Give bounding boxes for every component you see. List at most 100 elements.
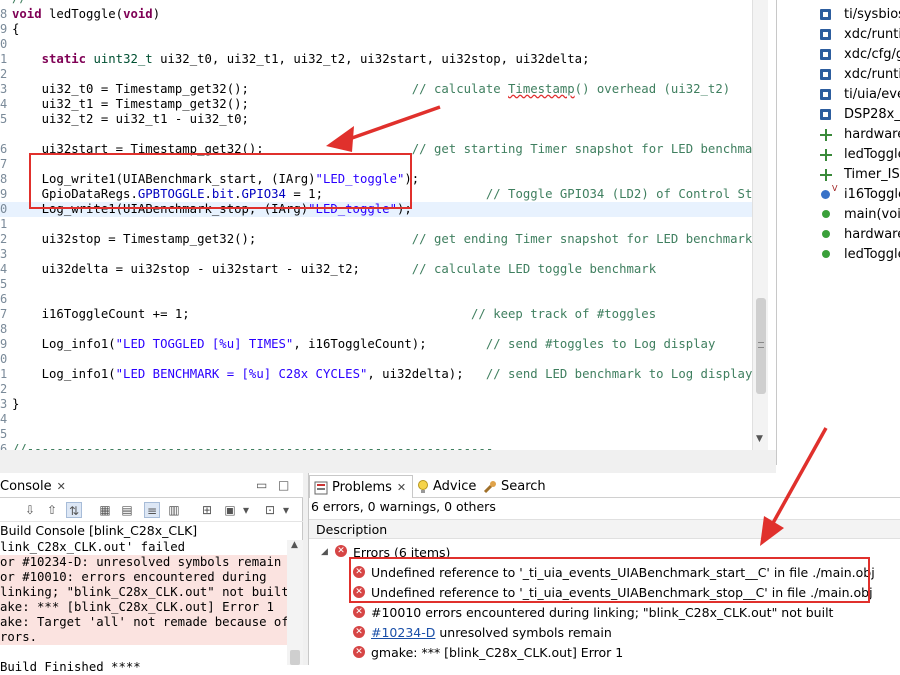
code-line: } — [12, 397, 19, 412]
code-token: // calculate — [411, 82, 509, 96]
problems-icon — [314, 481, 328, 494]
line-number: 4 — [0, 262, 8, 276]
outline-item[interactable]: main(void) — [777, 204, 900, 224]
code-line: ui32stop = Timestamp_get32(); // get end… — [12, 232, 753, 247]
search-icon — [483, 480, 496, 493]
expand-arrow-icon[interactable]: ◢ — [321, 547, 328, 557]
problem-text: gmake: *** [blink_C28x_CLK.out] Error 1 — [371, 645, 624, 660]
tab-problems[interactable]: Problems ✕ — [309, 475, 413, 498]
tab-search[interactable]: Search — [483, 475, 546, 498]
outline-item[interactable]: ti/uia/even — [777, 84, 900, 104]
console-vertical-scrollbar[interactable]: ▲ — [287, 540, 303, 665]
outline-item[interactable]: ledToggle — [777, 144, 900, 164]
scroll-down-arrow-icon[interactable]: ▼ — [756, 434, 763, 444]
code-line: ui32_t1 = Timestamp_get32(); — [12, 97, 249, 112]
new-console-icon[interactable]: ⊞ — [199, 502, 215, 518]
tab-label: Problems — [332, 480, 392, 495]
scroll-up-arrow-icon[interactable]: ▲ — [291, 540, 298, 550]
close-icon[interactable]: ✕ — [397, 481, 406, 494]
code-token: // Toggle GPIO34 (LD2) of Control Stick — [485, 187, 768, 201]
dropdown-icon[interactable]: ▾ — [278, 502, 294, 518]
line-number: 6 — [0, 142, 8, 156]
code-token: Timestamp — [508, 82, 575, 96]
problem-row[interactable]: ✕ gmake: *** [blink_C28x_CLK.out] Error 1 — [353, 642, 893, 662]
scroll-up-icon[interactable]: ⇧ — [44, 502, 60, 518]
editor-vertical-scrollbar[interactable]: ▼ — [752, 0, 768, 450]
include-icon — [820, 109, 831, 120]
console-scroll-thumb[interactable] — [290, 650, 300, 665]
code-token: ui32_t0 = Timestamp_get32(); — [12, 82, 412, 96]
problem-text: #10010 errors encountered during linking… — [371, 605, 834, 620]
line-number: 4 — [0, 97, 8, 111]
problem-row[interactable]: ✕ #10010 errors encountered during linkin… — [353, 602, 893, 622]
error-icon: ✕ — [335, 545, 347, 557]
code-token: } — [12, 397, 20, 411]
problem-description: gmake: *** [blink_C28x_CLK.out] Error 1 — [371, 645, 623, 660]
code-token: "LED BENCHMARK = [%u] C28x CYCLES" — [115, 367, 368, 381]
close-icon[interactable]: ✕ — [57, 480, 66, 493]
problem-description: #10010 errors encountered during linking… — [371, 605, 833, 620]
code-editor[interactable]: //--------------------------------------… — [0, 0, 768, 450]
code-token: void — [123, 7, 153, 21]
outline-item[interactable]: DSP28x_Pr — [777, 104, 900, 124]
error-code-link[interactable]: #10234-D — [371, 625, 435, 640]
code-line: //--------------------------------------… — [12, 442, 493, 450]
copy-icon[interactable]: ▤ — [119, 502, 135, 518]
horizontal-splitter[interactable] — [0, 450, 776, 473]
scroll-lock-icon[interactable]: ⇅ — [66, 502, 82, 518]
outline-item[interactable]: Timer_ISR — [777, 164, 900, 184]
code-token: , i16ToggleCount); — [293, 337, 486, 351]
description-column-header[interactable]: Description — [309, 519, 900, 539]
outline-item[interactable]: hardware_ — [777, 124, 900, 144]
include-icon — [820, 9, 831, 20]
code-line: i16ToggleCount += 1; // keep track of #t… — [12, 307, 657, 322]
line-number: 0 — [0, 352, 8, 366]
code-token: ui32delta = ui32stop - ui32start - ui32_… — [12, 262, 412, 276]
function-icon — [822, 250, 830, 258]
outline-item[interactable]: xdc/runtim — [777, 64, 900, 84]
problem-row[interactable]: ✕ #10234-D unresolved symbols remain — [353, 622, 893, 642]
outline-item-label: xdc/runtim — [844, 27, 900, 42]
highlight-box-errors — [349, 557, 870, 603]
outline-item[interactable]: xdc/runtim — [777, 24, 900, 44]
outline-item[interactable]: hardware_ — [777, 224, 900, 244]
console-line: linking; "blink_C28x_CLK.out" not built — [0, 585, 287, 600]
lightbulb-icon — [418, 479, 428, 493]
outline-view: ti/sysbios/xdc/runtim xdc/cfg/gl xdc/runti… — [776, 0, 900, 465]
line-number: 3 — [0, 247, 8, 261]
line-number: 4 — [0, 412, 8, 426]
maximize-icon[interactable]: □ — [278, 478, 289, 492]
outline-item-label: DSP28x_Pr — [844, 107, 900, 122]
code-line: ui32_t0 = Timestamp_get32(); // calculat… — [12, 82, 731, 97]
outline-item[interactable]: xdc/cfg/gl — [777, 44, 900, 64]
editor-scroll-thumb[interactable] — [756, 298, 766, 394]
code-line: ui32delta = ui32stop - ui32start - ui32_… — [12, 262, 656, 277]
line-number: 9 — [0, 187, 8, 201]
display-console-icon[interactable]: ▣ — [222, 502, 238, 518]
line-number: 7 — [0, 307, 8, 321]
open-console-icon[interactable]: ⊡ — [262, 502, 278, 518]
clear-console-icon[interactable]: ▥ — [166, 502, 182, 518]
dropdown-icon[interactable]: ▾ — [238, 502, 254, 518]
line-number: 2 — [0, 382, 8, 396]
code-token: "LED TOGGLED [%u] TIMES" — [115, 337, 294, 351]
line-number: 2 — [0, 67, 8, 81]
code-line: Log_info1("LED TOGGLED [%u] TIMES", i16T… — [12, 337, 716, 352]
tab-console[interactable]: Console ✕ — [0, 475, 70, 498]
pin-console-icon[interactable]: ▦ — [97, 502, 113, 518]
line-number: 2 — [0, 232, 8, 246]
code-token: { — [12, 22, 20, 36]
outline-item[interactable]: ledToggle( — [777, 244, 900, 264]
tab-advice[interactable]: Advice — [417, 475, 479, 498]
outline-item[interactable]: Vi16ToggleC — [777, 184, 900, 204]
line-number: 8 — [0, 172, 8, 186]
minimize-icon[interactable]: ▭ — [256, 478, 267, 492]
error-icon: ✕ — [353, 646, 365, 658]
word-wrap-icon[interactable]: ≡ — [144, 502, 160, 518]
code-token: () overhead (ui32_t2) — [574, 82, 731, 96]
scroll-down-icon[interactable]: ⇩ — [22, 502, 38, 518]
code-token: i16ToggleCount += 1; — [12, 307, 472, 321]
outline-item[interactable]: ti/sysbios/ — [777, 4, 900, 24]
line-number: 0 — [0, 37, 8, 51]
